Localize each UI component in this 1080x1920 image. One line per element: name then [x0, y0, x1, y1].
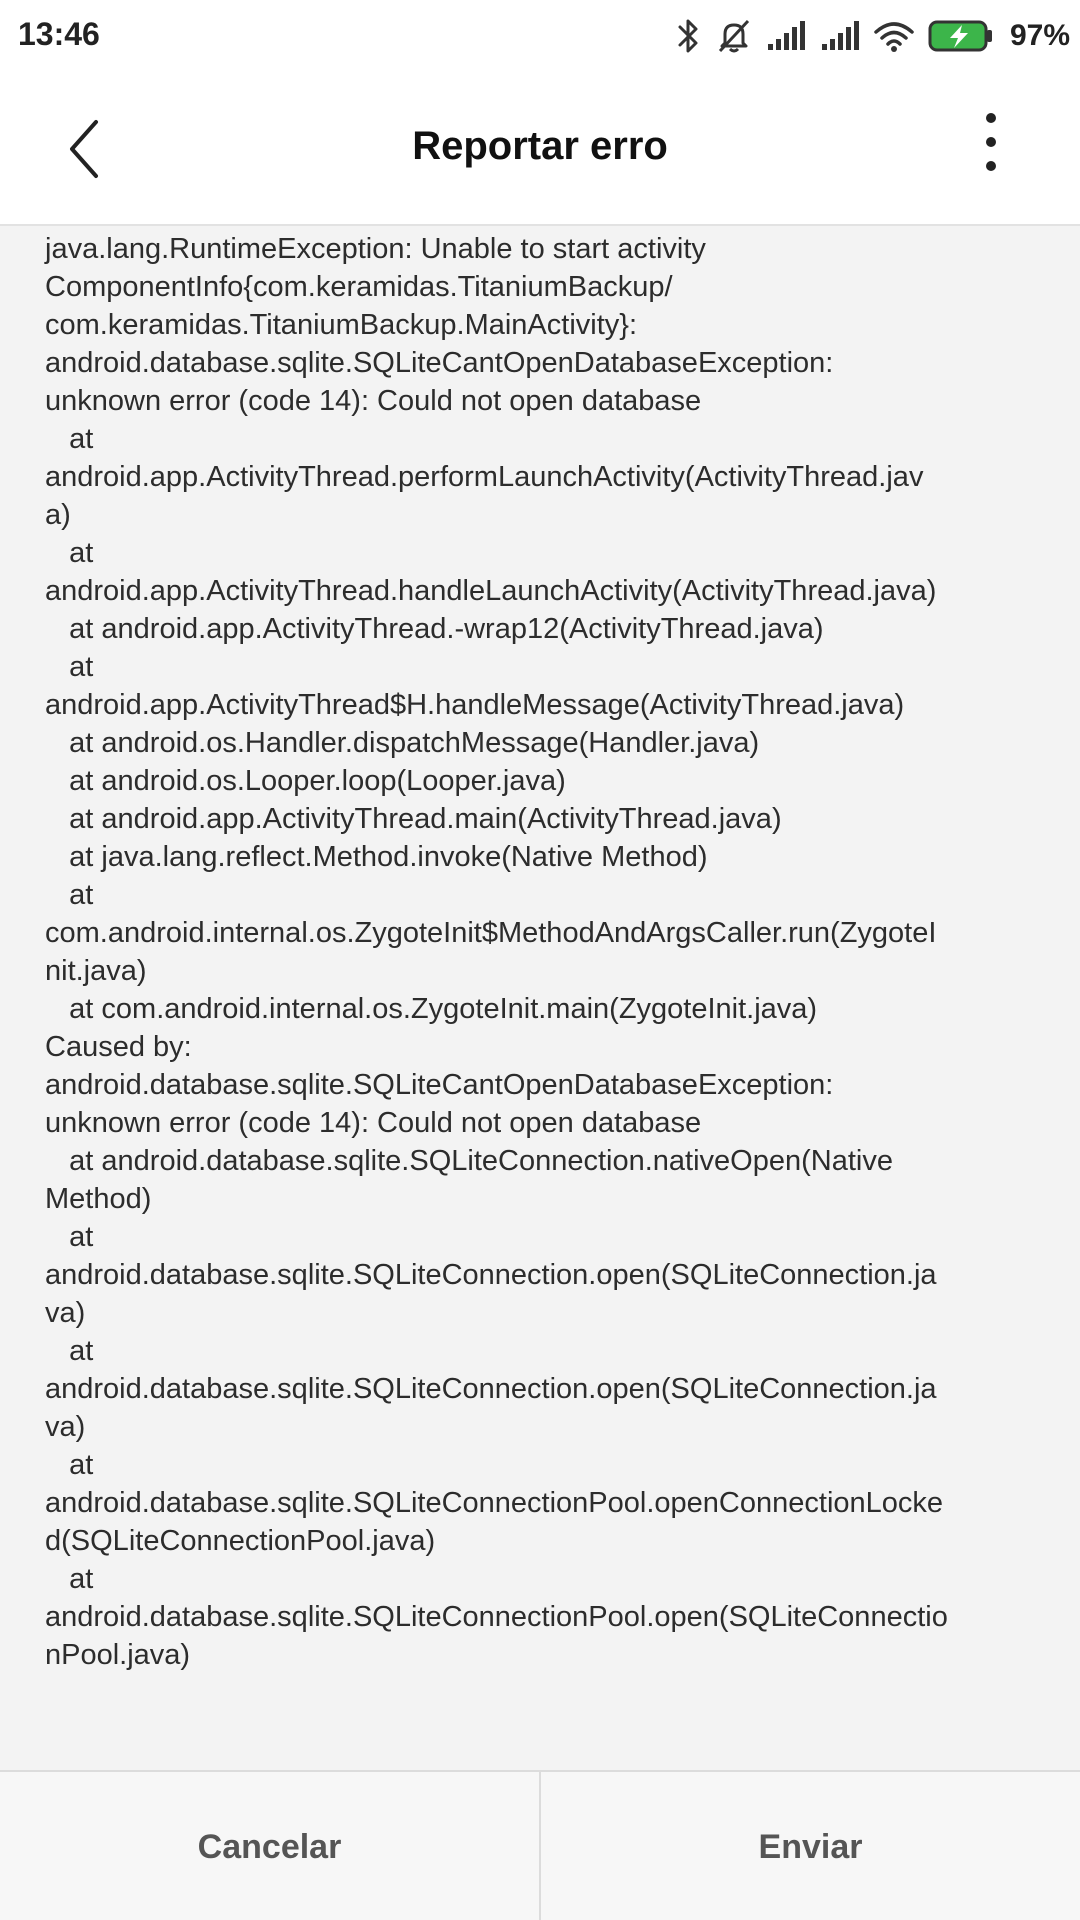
cancel-button[interactable]: Cancelar	[0, 1772, 539, 1920]
bluetooth-icon	[676, 17, 702, 55]
signal-1-icon	[766, 20, 806, 52]
battery-charging-icon	[928, 20, 994, 52]
error-report-screen: 13:46 97% Reportar erro java.lang.Runtim…	[0, 0, 1080, 1920]
footer-buttons: Cancelar Enviar	[0, 1770, 1080, 1920]
wifi-icon	[874, 20, 914, 52]
send-button[interactable]: Enviar	[541, 1772, 1080, 1920]
alarm-off-icon	[716, 17, 752, 55]
more-vertical-icon	[986, 113, 996, 171]
battery-percent: 97%	[1009, 19, 1070, 52]
page-title: Reportar erro	[412, 124, 668, 168]
status-icons: 97%	[676, 14, 1070, 58]
signal-2-icon	[820, 20, 860, 52]
status-time: 13:46	[18, 16, 100, 52]
more-options-button[interactable]	[966, 106, 1016, 196]
app-header: Reportar erro	[0, 72, 1080, 226]
error-log-text: java.lang.RuntimeException: Unable to st…	[45, 233, 948, 1671]
error-log-area[interactable]: java.lang.RuntimeException: Unable to st…	[0, 226, 1080, 1770]
status-bar: 13:46 97%	[0, 0, 1080, 72]
